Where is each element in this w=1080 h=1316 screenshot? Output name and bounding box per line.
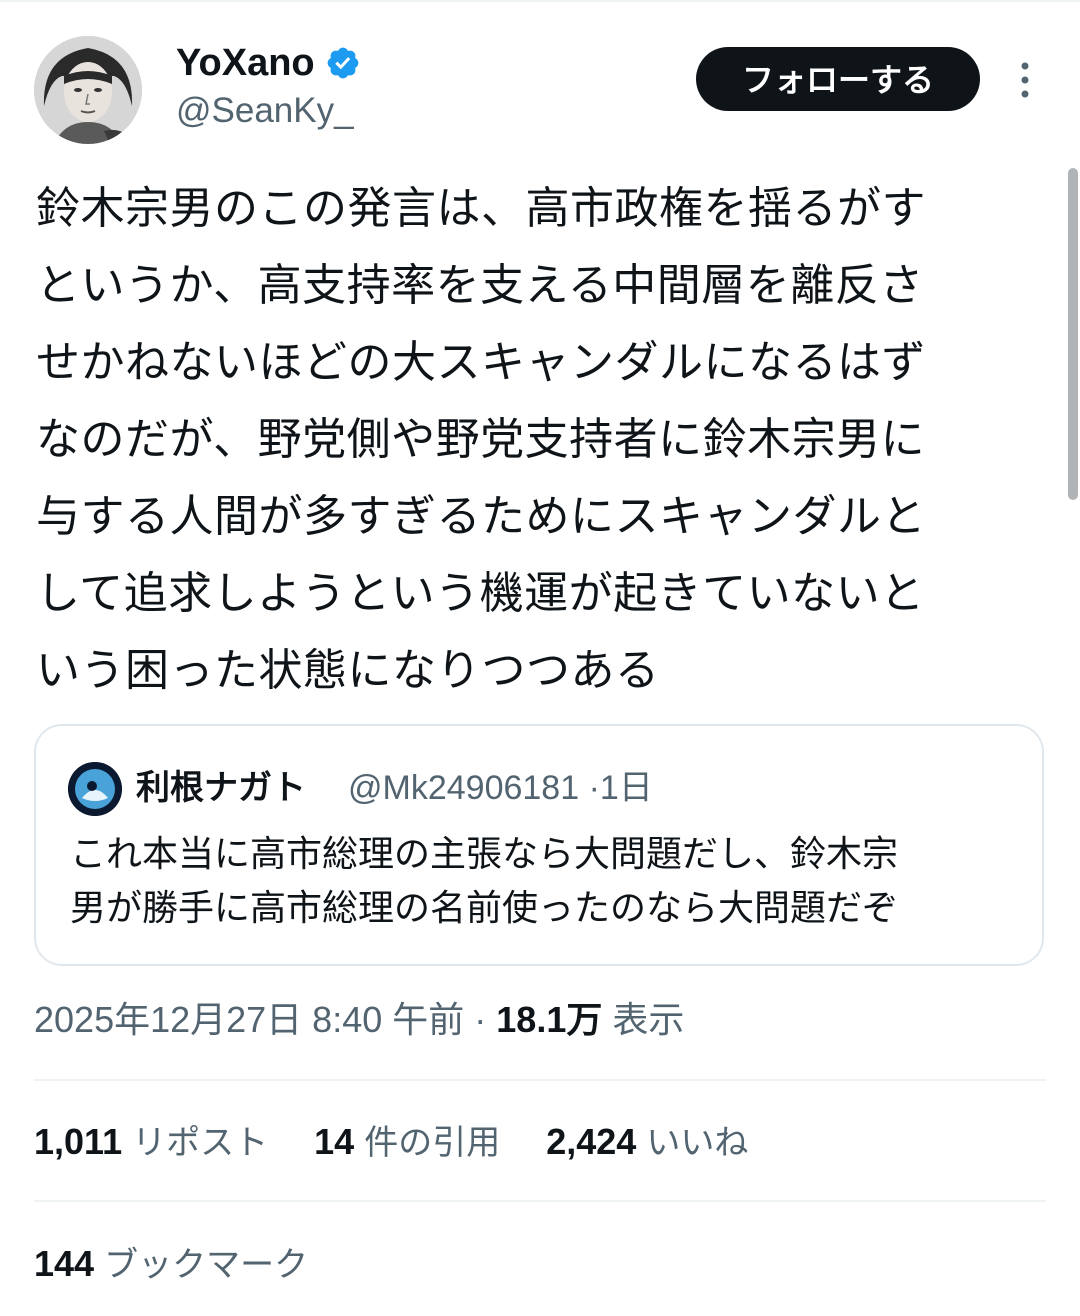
tweet-text-line: なのだが、野党側や野党支持者に鈴木宗男に [36, 414, 926, 465]
tweet-text-line: して追求しようという機運が起きていないと [36, 568, 925, 619]
quote-handle[interactable]: @Mk24906181 [348, 769, 579, 807]
quote-text-line: これ本当に高市総理の主張なら大問題だし、鈴木宗 [70, 834, 899, 875]
likes-stat[interactable]: 2,424 いいね [546, 1116, 748, 1169]
tweet-text-line: 与する人間が多すぎるためにスキャンダルと [36, 491, 926, 542]
quotes-label: 件の引用 [364, 1123, 501, 1163]
bookmarks-count: 144 [34, 1243, 95, 1284]
quoted-tweet-card[interactable]: 利根ナガト @Mk24906181 ·1日 これ本当に高市総理の主張なら大問題だ… [34, 724, 1044, 966]
reposts-count: 1,011 [34, 1121, 123, 1162]
reposts-label: リポスト [132, 1123, 269, 1163]
quote-text-line: 男が勝手に高市総理の名前使ったのなら大問題だぞ [70, 888, 899, 929]
engagement-stats: 1,011 リポスト 14 件の引用 2,424 いいね [34, 1116, 784, 1169]
verified-badge-icon [327, 47, 359, 79]
divider [34, 1079, 1046, 1081]
more-vertical-icon[interactable] [1010, 60, 1040, 100]
quote-avatar [68, 762, 122, 816]
quotes-stat[interactable]: 14 件の引用 [314, 1116, 500, 1169]
quote-avatar-icon [68, 762, 122, 816]
author-handle[interactable]: @SeanKy_ [176, 90, 354, 132]
views-count: 18.1万 [496, 999, 603, 1040]
quotes-count: 14 [314, 1121, 355, 1162]
meta-separator: · [474, 999, 487, 1040]
follow-button[interactable]: フォローする [696, 47, 980, 111]
display-name-text[interactable]: YoXano [176, 40, 315, 86]
tweet-text-line: というか、高支持率を支える中間層を離反さ [36, 260, 924, 311]
tweet-timestamp[interactable]: 2025年12月27日 8:40 午前 [34, 999, 464, 1040]
quote-display-name[interactable]: 利根ナガト [136, 762, 306, 814]
tweet-meta-row: 2025年12月27日 8:40 午前 · 18.1万 表示 [34, 994, 684, 1046]
likes-count: 2,424 [546, 1121, 637, 1162]
tweet-text-line: せかねないほどの大スキャンダルになるはず [36, 337, 926, 388]
likes-label: いいね [646, 1123, 749, 1163]
portrait-avatar-icon [34, 36, 142, 144]
bookmarks-label: ブックマーク [104, 1245, 309, 1285]
tweet-text-line: 鈴木宗男のこの発言は、高市政権を揺るがす [36, 183, 926, 234]
reposts-stat[interactable]: 1,011 リポスト [34, 1116, 268, 1169]
tweet-text: 鈴木宗男のこの発言は、高市政権を揺るがす というか、高支持率を支える中間層を離反… [36, 170, 1036, 709]
author-display-name[interactable]: YoXano [176, 40, 361, 86]
scrollbar[interactable] [1068, 168, 1078, 500]
top-divider [0, 0, 1080, 2]
bookmarks-stat[interactable]: 144 ブックマーク [34, 1238, 308, 1291]
views-label: 表示 [612, 999, 685, 1040]
quote-time[interactable]: 1日 [600, 769, 653, 807]
quote-separator: · [588, 769, 600, 807]
divider [34, 1200, 1046, 1202]
quote-meta: @Mk24906181 ·1日 [348, 762, 653, 814]
avatar[interactable] [34, 36, 142, 144]
quote-text: これ本当に高市総理の主張なら大問題だし、鈴木宗 男が勝手に高市総理の名前使ったの… [70, 828, 1020, 936]
tweet-text-line: いう困った状態になりつつある [36, 645, 660, 696]
